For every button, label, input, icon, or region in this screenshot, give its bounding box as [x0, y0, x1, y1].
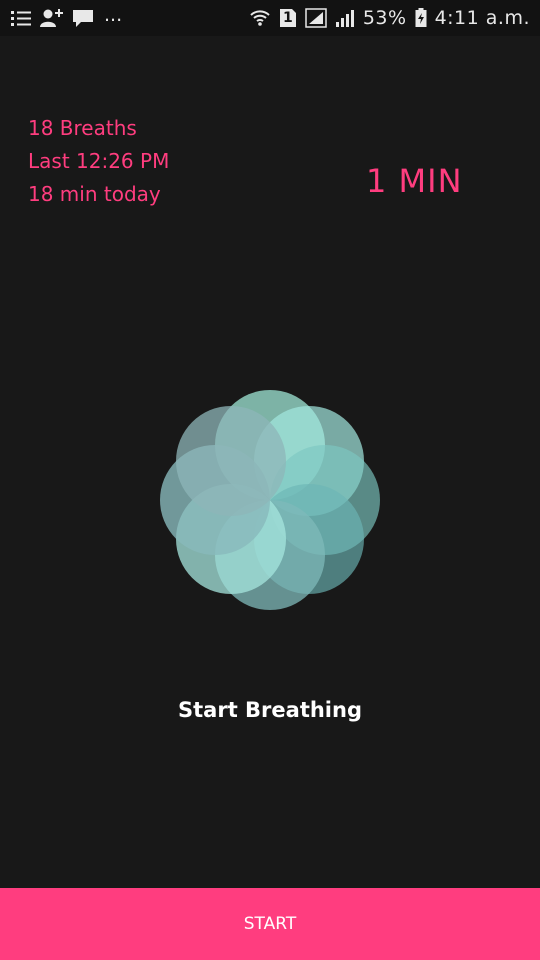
sim-number: 1 — [282, 10, 293, 26]
status-left: ... — [10, 4, 122, 28]
signal-icon — [335, 8, 355, 28]
start-button[interactable]: START — [0, 888, 540, 960]
last-session: Last 12:26 PM — [28, 149, 170, 173]
add-contact-icon — [40, 8, 64, 28]
wifi-icon — [249, 8, 271, 28]
duration-selector[interactable]: 1 MIN — [366, 162, 463, 200]
start-breathing-label: Start Breathing — [178, 698, 362, 722]
signal-icon — [305, 8, 327, 28]
flower-petals — [160, 390, 380, 610]
battery-percent: 53% — [362, 7, 407, 29]
breathing-screen: ... 1 53% 4:11 a.m. 18 Breaths Last 12:2… — [0, 0, 540, 960]
minutes-today: 18 min today — [28, 182, 161, 206]
status-bar: ... 1 53% 4:11 a.m. — [0, 0, 540, 36]
sim-icon: 1 — [279, 8, 297, 28]
more-notifications: ... — [104, 4, 123, 26]
breathing-flower-icon[interactable] — [150, 380, 390, 620]
list-icon — [10, 8, 32, 28]
chat-icon — [72, 8, 94, 28]
breaths-count: 18 Breaths — [28, 116, 137, 140]
battery-icon — [415, 8, 427, 28]
status-right: 1 53% 4:11 a.m. — [249, 7, 530, 29]
clock: 4:11 a.m. — [434, 7, 530, 29]
stats-panel: 18 Breaths Last 12:26 PM 18 min today — [28, 112, 169, 211]
